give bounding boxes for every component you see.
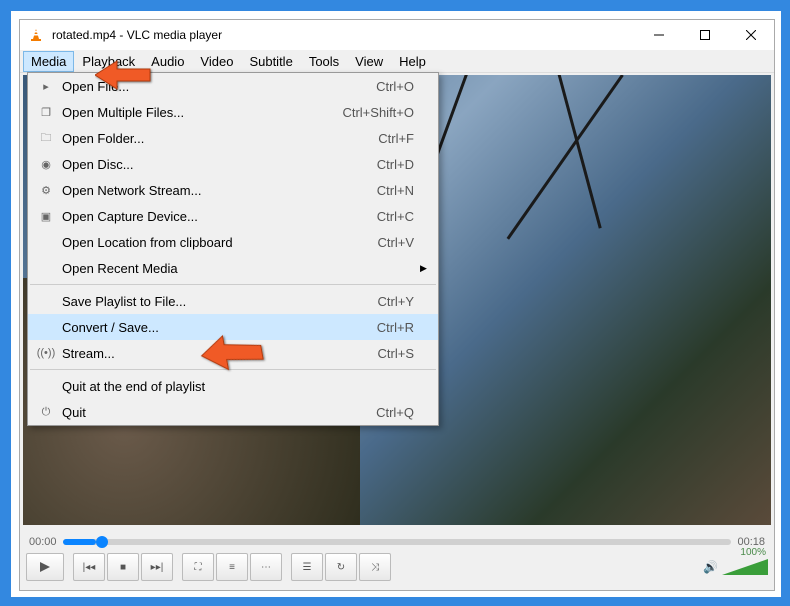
menu-item-label: Quit bbox=[56, 405, 376, 420]
menu-item-shortcut: Ctrl+C bbox=[377, 209, 420, 224]
menu-item-shortcut: Ctrl+D bbox=[377, 157, 420, 172]
menu-item-label: Open Location from clipboard bbox=[56, 235, 378, 250]
menu-item-open-location-from-clipboard[interactable]: Open Location from clipboardCtrl+V bbox=[28, 229, 438, 255]
prev-button[interactable]: |◂◂ bbox=[73, 553, 105, 581]
disc-icon: ◉ bbox=[36, 158, 56, 171]
outer-frame: rotated.mp4 - VLC media player MediaPlay… bbox=[10, 10, 782, 598]
menu-video[interactable]: Video bbox=[192, 51, 241, 72]
menu-item-shortcut: Ctrl+Shift+O bbox=[342, 105, 420, 120]
menu-item-label: Open Network Stream... bbox=[56, 183, 377, 198]
volume-control[interactable]: 🔊 100% bbox=[703, 559, 768, 575]
stream-icon: ((•)) bbox=[36, 347, 56, 359]
controls-panel: 00:00 00:18 |◂◂ ■ ▸▸| ⛶ ≡ ⋯ ☰ ↻ ⤨ 🔊 bbox=[23, 532, 771, 587]
menu-item-open-recent-media[interactable]: Open Recent Media ▶ bbox=[28, 255, 438, 281]
stop-button[interactable]: ■ bbox=[107, 553, 139, 581]
submenu-arrow-icon: ▶ bbox=[420, 263, 430, 274]
menu-item-open-folder[interactable]: 🗀Open Folder...Ctrl+F bbox=[28, 125, 438, 151]
annotation-arrow-media bbox=[95, 55, 155, 95]
menu-item-label: Open Recent Media bbox=[56, 261, 414, 276]
menu-subtitle[interactable]: Subtitle bbox=[241, 51, 300, 72]
menu-item-shortcut: Ctrl+V bbox=[378, 235, 420, 250]
menu-item-label: Save Playlist to File... bbox=[56, 294, 378, 309]
quit-icon: ⏻ bbox=[36, 406, 56, 419]
volume-percent: 100% bbox=[740, 547, 766, 558]
menu-item-open-capture-device[interactable]: ▣Open Capture Device...Ctrl+C bbox=[28, 203, 438, 229]
menu-separator bbox=[30, 284, 436, 285]
window-controls bbox=[636, 20, 774, 50]
window-title: rotated.mp4 - VLC media player bbox=[52, 28, 636, 42]
seek-fill bbox=[63, 539, 96, 545]
seek-handle[interactable] bbox=[96, 536, 108, 548]
menu-help[interactable]: Help bbox=[391, 51, 434, 72]
menu-item-open-network-stream[interactable]: ⚙Open Network Stream...Ctrl+N bbox=[28, 177, 438, 203]
shuffle-button[interactable]: ⤨ bbox=[359, 553, 391, 581]
playlist-button[interactable]: ☰ bbox=[291, 553, 323, 581]
vlc-icon bbox=[28, 27, 44, 43]
menu-item-label: Open Multiple Files... bbox=[56, 105, 342, 120]
volume-slider[interactable] bbox=[722, 559, 768, 575]
menu-item-label: Open Folder... bbox=[56, 131, 378, 146]
files-icon: ❐ bbox=[36, 106, 56, 119]
close-button[interactable] bbox=[728, 20, 774, 50]
menu-item-label: Open Capture Device... bbox=[56, 209, 377, 224]
loop-button[interactable]: ↻ bbox=[325, 553, 357, 581]
fullscreen-button[interactable]: ⛶ bbox=[182, 553, 214, 581]
ext-settings-button[interactable]: ≡ bbox=[216, 553, 248, 581]
settings-icon[interactable]: ⋯ bbox=[250, 553, 282, 581]
seek-bar[interactable] bbox=[63, 539, 732, 545]
file-icon: ▸ bbox=[36, 80, 56, 93]
menu-item-label: Quit at the end of playlist bbox=[56, 379, 414, 394]
menu-item-save-playlist-to-file[interactable]: Save Playlist to File...Ctrl+Y bbox=[28, 288, 438, 314]
folder-icon: 🗀 bbox=[36, 129, 56, 148]
menu-item-shortcut: Ctrl+F bbox=[378, 131, 420, 146]
button-row: |◂◂ ■ ▸▸| ⛶ ≡ ⋯ ☰ ↻ ⤨ 🔊 100% bbox=[23, 552, 771, 582]
annotation-arrow-convert bbox=[200, 330, 270, 380]
menu-item-shortcut: Ctrl+O bbox=[376, 79, 420, 94]
menu-item-shortcut: Ctrl+N bbox=[377, 183, 420, 198]
seek-row: 00:00 00:18 bbox=[23, 532, 771, 552]
minimize-button[interactable] bbox=[636, 20, 682, 50]
menu-item-shortcut: Ctrl+S bbox=[378, 346, 420, 361]
menu-item-open-multiple-files[interactable]: ❐Open Multiple Files...Ctrl+Shift+O bbox=[28, 99, 438, 125]
menu-item-shortcut: Ctrl+R bbox=[377, 320, 420, 335]
menu-view[interactable]: View bbox=[347, 51, 391, 72]
menu-tools[interactable]: Tools bbox=[301, 51, 347, 72]
menu-item-label: Open Disc... bbox=[56, 157, 377, 172]
menu-item-open-disc[interactable]: ◉Open Disc...Ctrl+D bbox=[28, 151, 438, 177]
speaker-icon[interactable]: 🔊 bbox=[703, 560, 718, 574]
menu-item-open-file[interactable]: ▸Open File...Ctrl+O bbox=[28, 73, 438, 99]
net-icon: ⚙ bbox=[36, 184, 56, 197]
menu-item-shortcut: Ctrl+Q bbox=[376, 405, 420, 420]
menu-item-quit[interactable]: ⏻QuitCtrl+Q bbox=[28, 399, 438, 425]
current-time: 00:00 bbox=[29, 536, 57, 548]
cap-icon: ▣ bbox=[36, 210, 56, 223]
menu-media[interactable]: Media bbox=[23, 51, 74, 72]
menu-item-shortcut: Ctrl+Y bbox=[378, 294, 420, 309]
next-button[interactable]: ▸▸| bbox=[141, 553, 173, 581]
titlebar: rotated.mp4 - VLC media player bbox=[20, 20, 774, 50]
app-window: rotated.mp4 - VLC media player MediaPlay… bbox=[19, 19, 775, 591]
maximize-button[interactable] bbox=[682, 20, 728, 50]
play-button[interactable] bbox=[26, 553, 64, 581]
